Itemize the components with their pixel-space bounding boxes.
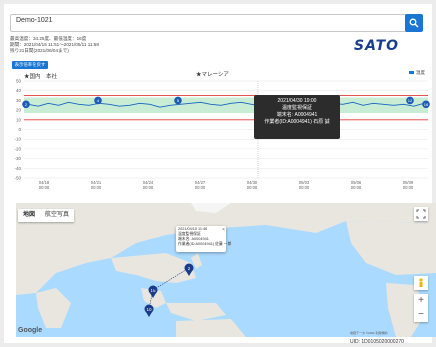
google-logo: Google xyxy=(18,327,43,334)
map-marker-label: 15 xyxy=(150,288,156,293)
map-marker[interactable]: 15 xyxy=(148,285,158,299)
map-copyright[interactable]: 地図データ ©2021 利用規約 xyxy=(350,331,388,335)
map-markers-layer: 2 15 10 xyxy=(144,263,194,318)
map-marker[interactable]: 10 xyxy=(144,304,154,318)
uid-text: UID: 1D0105020000270 xyxy=(350,339,404,345)
